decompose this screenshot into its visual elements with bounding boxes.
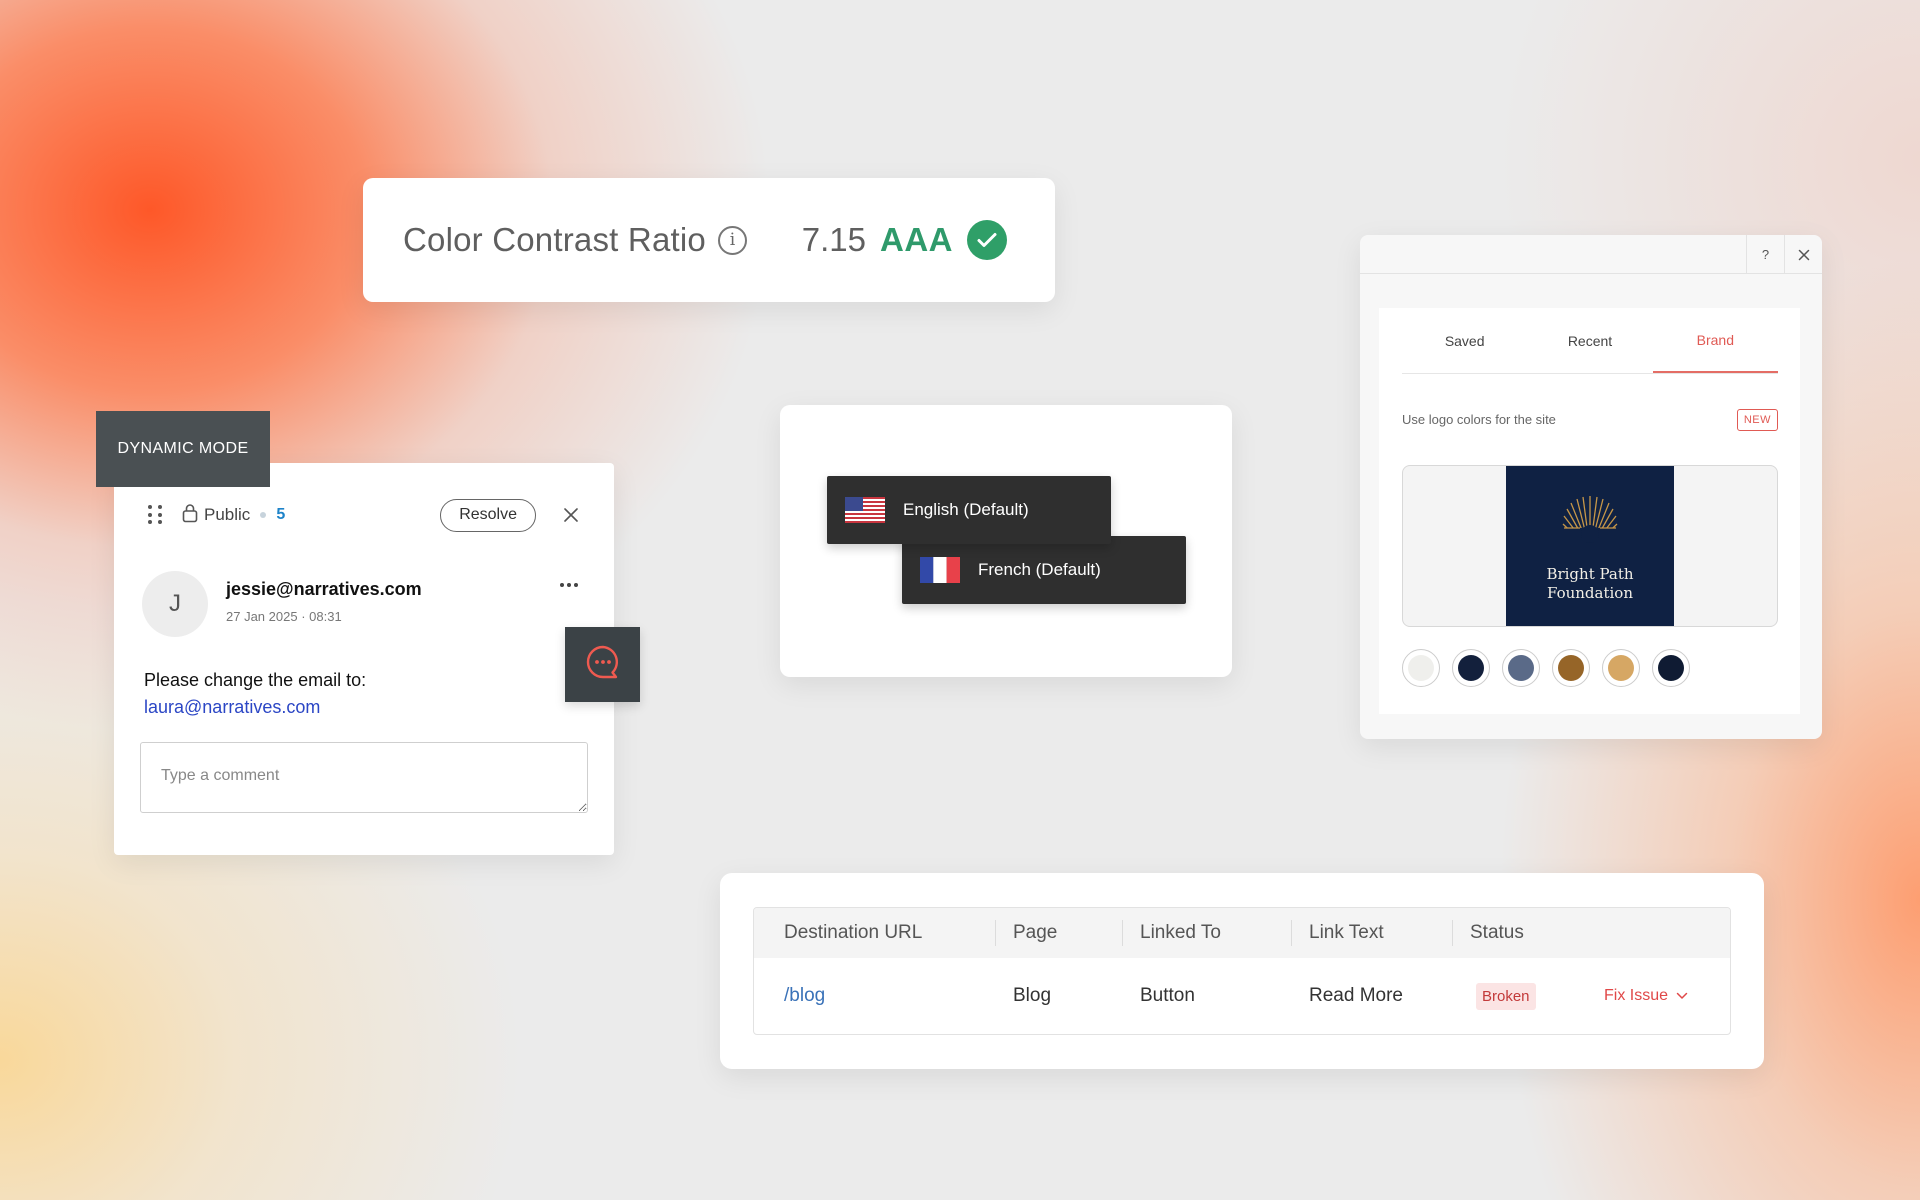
column-header-link-text[interactable]: Link Text [1309, 908, 1384, 958]
contrast-ratio-value: 7.15 [801, 221, 866, 258]
comment-time: 08:31 [309, 609, 342, 624]
links-table: Destination URL Page Linked To Link Text… [753, 907, 1731, 1035]
check-circle-icon [967, 220, 1007, 260]
column-separator [1122, 920, 1123, 946]
brand-logo: Bright Path Foundation [1506, 466, 1674, 626]
status-cell: Broken [1476, 958, 1536, 1034]
column-header-linked-to[interactable]: Linked To [1140, 908, 1221, 958]
lock-icon [182, 503, 198, 528]
linked-to-cell: Button [1140, 985, 1195, 1006]
logo-text-line2: Foundation [1546, 584, 1633, 602]
contrast-ratio-card: Color Contrast Ratio i 7.15 AAA [363, 178, 1055, 302]
broken-links-card: Destination URL Page Linked To Link Text… [720, 873, 1764, 1069]
swatch-fill [1508, 655, 1534, 681]
table-header: Destination URL Page Linked To Link Text… [754, 908, 1730, 958]
color-swatches [1402, 649, 1690, 687]
page-cell: Blog [1013, 985, 1052, 1006]
panel-titlebar: ? [1360, 235, 1822, 274]
color-swatch[interactable] [1552, 649, 1590, 687]
column-header-status[interactable]: Status [1470, 908, 1524, 958]
chat-bubble-icon [584, 643, 622, 686]
close-icon[interactable] [562, 506, 580, 524]
color-source-tabs: Saved Recent Brand [1402, 308, 1778, 374]
swatch-fill [1608, 655, 1634, 681]
comment-input[interactable] [140, 742, 588, 813]
info-icon[interactable]: i [717, 225, 747, 255]
color-swatch[interactable] [1652, 649, 1690, 687]
author-email: jessie@narratives.com [226, 579, 422, 599]
comment-timestamp: 27 Jan 2025 · 08:31 [226, 609, 342, 624]
brand-panel-body: Saved Recent Brand Use logo colors for t… [1379, 308, 1800, 714]
new-badge: NEW [1736, 409, 1778, 431]
logo-preview[interactable]: Bright Path Foundation [1402, 465, 1778, 627]
avatar: J [142, 571, 208, 637]
swatch-fill [1408, 655, 1434, 681]
color-swatch[interactable] [1402, 649, 1440, 687]
visibility-label[interactable]: Public [204, 505, 250, 525]
tab-saved[interactable]: Saved [1402, 308, 1527, 373]
us-flag-icon [845, 497, 885, 523]
color-swatch[interactable] [1602, 649, 1640, 687]
fix-issue-dropdown[interactable]: Fix Issue [1604, 958, 1688, 1034]
column-separator [1452, 920, 1453, 946]
fr-flag-icon [920, 557, 960, 583]
more-options-icon[interactable] [560, 583, 578, 587]
column-header-destination[interactable]: Destination URL [784, 908, 922, 958]
swatch-fill [1458, 655, 1484, 681]
comment-message-text: Please change the email to: [144, 670, 367, 690]
language-option-french[interactable]: French (Default) [902, 536, 1186, 604]
link-text-cell: Read More [1309, 985, 1403, 1006]
column-separator [1291, 920, 1292, 946]
swatch-fill [1558, 655, 1584, 681]
chevron-down-icon [1676, 992, 1688, 999]
brand-colors-panel: ? Saved Recent Brand Use logo colors for… [1360, 235, 1822, 739]
tab-recent[interactable]: Recent [1527, 308, 1652, 373]
resolve-button[interactable]: Resolve [440, 498, 536, 532]
swatch-fill [1658, 655, 1684, 681]
tab-brand[interactable]: Brand [1652, 308, 1778, 373]
language-card: English (Default) French (Default) [780, 405, 1232, 677]
chat-bubble-button[interactable] [565, 627, 640, 702]
column-header-page[interactable]: Page [1013, 908, 1057, 958]
contrast-grade: AAA [880, 221, 953, 258]
fix-issue-label: Fix Issue [1604, 987, 1669, 1004]
color-swatch[interactable] [1502, 649, 1540, 687]
logo-text-line1: Bright Path [1546, 565, 1634, 583]
contrast-title: Color Contrast Ratio [403, 221, 706, 258]
language-option-english[interactable]: English (Default) [827, 476, 1111, 544]
destination-url-link[interactable]: /blog [784, 958, 825, 1034]
status-badge: Broken [1476, 982, 1536, 1010]
reply-count: 5 [276, 506, 286, 523]
comment-date: 27 Jan 2025 [226, 609, 298, 624]
color-swatch[interactable] [1452, 649, 1490, 687]
column-separator [995, 920, 996, 946]
help-button[interactable]: ? [1746, 235, 1784, 274]
comment-toolbar: Public 5 Resolve [148, 497, 580, 533]
language-label: French (Default) [978, 560, 1101, 579]
sunburst-logo-icon [1562, 496, 1618, 554]
separator-dot [260, 512, 267, 518]
use-logo-colors-label: Use logo colors for the site [1402, 412, 1556, 427]
drag-handle-icon[interactable] [148, 505, 166, 525]
comment-card: Public 5 Resolve J jessie@narratives.com… [114, 463, 614, 855]
table-row: /blog Blog Button Read More Broken Fix I… [754, 958, 1730, 1034]
comment-message: Please change the email to: laura@narrat… [144, 667, 366, 721]
close-icon[interactable] [1784, 235, 1822, 274]
language-label: English (Default) [903, 500, 1029, 519]
email-link[interactable]: laura@narratives.com [144, 697, 320, 717]
dynamic-mode-label: DYNAMIC MODE [96, 411, 270, 487]
